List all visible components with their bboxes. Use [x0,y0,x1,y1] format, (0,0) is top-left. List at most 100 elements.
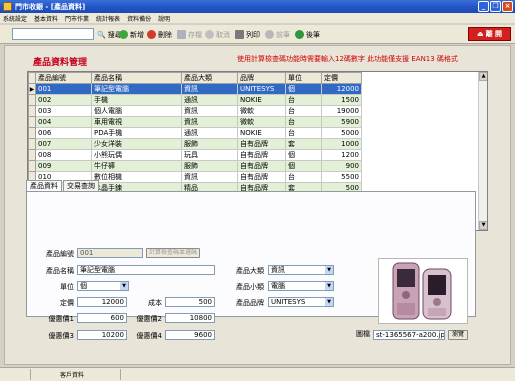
table-cell[interactable]: 1000 [321,138,362,150]
column-header[interactable]: 單位 [285,72,322,84]
table-cell[interactable]: 5500 [321,171,362,183]
table-cell[interactable]: 900 [321,160,362,172]
table-cell[interactable]: 微軟 [237,105,286,117]
menu-backup[interactable]: 資料備份 [127,14,151,23]
table-cell[interactable]: 自有品牌 [237,171,286,183]
restore-button[interactable]: ❐ [490,1,501,12]
column-header[interactable]: 品牌 [237,72,286,84]
table-cell[interactable]: 008 [35,149,92,161]
table-cell[interactable]: 5900 [321,116,362,128]
unit-select[interactable]: 個 ▼ [77,281,129,291]
table-cell[interactable]: 個 [285,149,322,161]
browse-button[interactable]: 瀏覽 [448,330,468,340]
table-cell[interactable]: 玩具 [181,149,238,161]
cost-field[interactable]: 500 [165,297,215,307]
category-select[interactable]: 資訊 ▼ [268,265,334,275]
row-indicator[interactable] [28,149,36,161]
menu-basic-data[interactable]: 基本資料 [34,14,58,23]
table-cell[interactable]: 12000 [321,83,362,95]
table-cell[interactable]: 1200 [321,149,362,161]
table-cell[interactable]: 微軟 [237,116,286,128]
table-cell[interactable]: NOKIE [237,127,286,139]
exit-button[interactable]: ⏏ 離 開 [468,27,511,41]
table-cell[interactable]: 個 [285,160,322,172]
table-cell[interactable]: 套 [285,138,322,150]
column-header[interactable]: 產品大類 [181,72,238,84]
search-input[interactable] [12,28,94,40]
table-row[interactable]: 008 小熊玩偶 玩具 自有品牌個 1200 [28,149,362,161]
table-cell[interactable]: 台 [285,94,322,106]
table-cell[interactable]: 資訊 [181,105,238,117]
scroll-down-icon[interactable]: ▼ [479,221,487,230]
table-cell[interactable]: 服飾 [181,138,238,150]
close-button[interactable]: × [502,1,513,12]
delete-button[interactable]: 刪除 [146,28,173,41]
table-cell[interactable]: 通訊 [181,127,238,139]
brand-select[interactable]: UNITESYS ▼ [268,297,334,307]
print-button[interactable]: 列印 [234,28,261,41]
table-row[interactable]: 002 手機 通訊 NOKIE 台 1500 [28,94,362,106]
table-cell[interactable]: 服飾 [181,160,238,172]
table-row[interactable]: 009 牛仔褲 服飾 自有品牌個 900 [28,160,362,172]
table-cell[interactable]: 小熊玩偶 [91,149,182,161]
tab-transaction-query[interactable]: 交易查詢 [63,180,99,191]
table-cell[interactable]: 資訊 [181,171,238,183]
previous-button[interactable]: 前筆 [264,28,291,41]
table-cell[interactable]: 通訊 [181,94,238,106]
discount-price-4-field[interactable]: 9600 [165,330,215,340]
minimize-button[interactable]: _ [478,1,489,12]
column-header[interactable]: 定價 [321,72,362,84]
table-cell[interactable]: 1500 [321,94,362,106]
table-cell[interactable]: 資訊 [181,83,238,95]
table-cell[interactable]: 009 [35,160,92,172]
table-cell[interactable]: 台 [285,171,322,183]
table-cell[interactable]: 001 [35,83,92,95]
table-cell[interactable]: 19000 [321,105,362,117]
subcategory-select[interactable]: 電腦 ▼ [268,281,334,291]
table-row[interactable]: 003 個人電腦 資訊 微軟台 19000 [28,105,362,117]
calc-check-digit-button[interactable]: 計算檢查碼並選碼 [146,248,200,258]
menu-reports[interactable]: 統計報表 [96,14,120,23]
table-cell[interactable]: 個人電腦 [91,105,182,117]
table-cell[interactable]: 自有品牌 [237,138,286,150]
table-cell[interactable]: 003 [35,105,92,117]
table-cell[interactable]: 車用電視 [91,116,182,128]
row-indicator[interactable] [28,160,36,172]
table-cell[interactable]: 007 [35,138,92,150]
table-cell[interactable]: 006 [35,127,92,139]
column-header[interactable]: 產品編號 [35,72,92,84]
next-button[interactable]: 後筆 [294,28,321,41]
table-row[interactable]: 006 PDA手機 通訊 NOKIE 台 5000 [28,127,362,139]
discount-price-1-field[interactable]: 600 [77,313,127,323]
row-indicator[interactable] [28,116,36,128]
table-cell[interactable]: NOKIE [237,94,286,106]
scroll-up-icon[interactable]: ▲ [479,72,487,81]
table-cell[interactable]: 手機 [91,94,182,106]
table-cell[interactable]: 筆記型電腦 [91,83,182,95]
table-cell[interactable]: UNITESYS [237,83,286,95]
table-cell[interactable]: 004 [35,116,92,128]
save-button[interactable]: 存檔 [176,28,203,41]
table-cell[interactable]: 台 [285,127,322,139]
row-indicator[interactable] [28,94,36,106]
table-row[interactable]: 007 少女洋裝 服飾 自有品牌套 1000 [28,138,362,150]
table-cell[interactable]: 台 [285,105,322,117]
table-cell[interactable]: 資訊 [181,116,238,128]
product-name-field[interactable]: 筆記型電腦 [77,265,215,275]
menu-store-operations[interactable]: 門市作業 [65,14,89,23]
price-field[interactable]: 12000 [77,297,127,307]
table-cell[interactable]: 個 [285,83,322,95]
row-indicator[interactable] [28,127,36,139]
row-indicator[interactable] [28,138,36,150]
image-file-field[interactable]: st-1365567-a200.jpg [373,330,445,340]
add-button[interactable]: 新增 [118,28,145,41]
column-header[interactable]: 產品名稱 [91,72,182,84]
table-row[interactable]: ▶ 001 筆記型電腦 資訊 UNITESYS 個 12000 [28,83,362,95]
table-cell[interactable]: 數位相機 [91,171,182,183]
discount-price-2-field[interactable]: 10800 [165,313,215,323]
grid-scrollbar[interactable]: ▲ ▼ [478,72,487,230]
current-row-icon[interactable]: ▶ [28,83,36,95]
cancel-button[interactable]: 取消 [204,28,231,41]
product-code-field[interactable]: 001 [77,248,143,258]
menu-system-settings[interactable]: 系統設定 [3,14,27,23]
